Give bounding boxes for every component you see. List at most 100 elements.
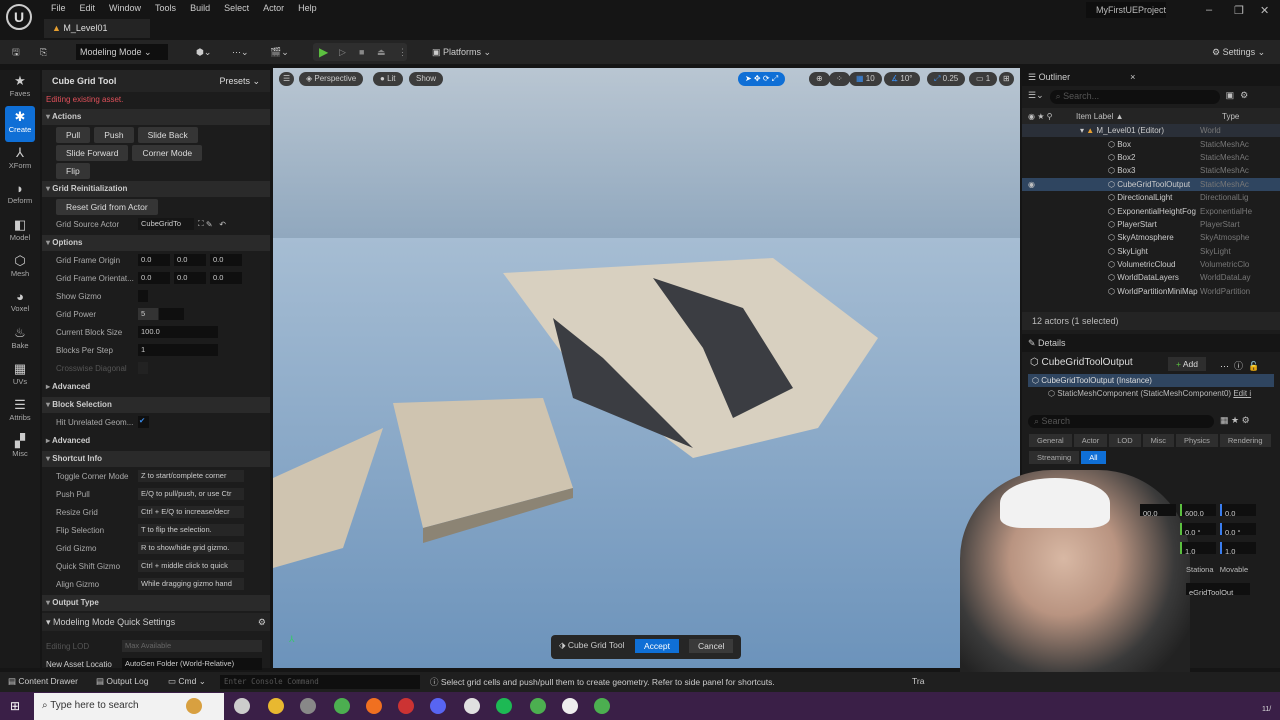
mode-misc[interactable]: ▞ Misc xyxy=(0,430,40,466)
viewport-menu-icon[interactable]: ☰ xyxy=(279,72,295,86)
reset-icon[interactable]: ↶ xyxy=(219,220,226,229)
outliner-search[interactable]: ⌕ Search... xyxy=(1049,90,1220,104)
static-mesh-dropdown[interactable]: eGridToolOut xyxy=(1186,583,1250,595)
details-tab-actor[interactable]: Actor xyxy=(1073,434,1108,447)
slide-forward-button[interactable]: Slide Forward xyxy=(56,145,129,161)
windows-start-icon[interactable]: ⊞ xyxy=(10,699,20,713)
shortcut-value[interactable]: While dragging gizmo hand xyxy=(138,578,244,590)
folder-add-icon[interactable]: ▣ xyxy=(1226,90,1235,104)
orient-y[interactable]: 0.0 xyxy=(174,272,206,284)
origin-z[interactable]: 0.0 xyxy=(210,254,242,266)
discord-icon[interactable] xyxy=(430,698,446,714)
grid-power-slider[interactable]: 5 xyxy=(138,308,184,320)
section-actions[interactable]: Actions xyxy=(42,109,270,125)
details-tab-general[interactable]: General xyxy=(1029,434,1072,447)
file-explorer-icon[interactable] xyxy=(268,698,284,714)
orient-x[interactable]: 0.0 xyxy=(138,272,170,284)
menu-window[interactable]: Window xyxy=(102,0,148,18)
menu-tools[interactable]: Tools xyxy=(148,0,183,18)
more-icon[interactable]: ⋮ xyxy=(394,44,411,60)
loc-z[interactable]: 0.0 xyxy=(1220,504,1256,516)
loc-y[interactable]: 600.0 xyxy=(1180,504,1216,516)
chrome-icon[interactable] xyxy=(334,698,350,714)
scale-snap-button[interactable]: ⤢ 0.25 xyxy=(927,72,966,86)
camera-speed-button[interactable]: ▭ 1 xyxy=(969,72,998,86)
menu-file[interactable]: File xyxy=(44,0,73,18)
flip-button[interactable]: Flip xyxy=(56,163,90,179)
console-input[interactable]: Enter Console Command xyxy=(220,675,420,689)
app-icon[interactable] xyxy=(398,698,414,714)
unreal-icon[interactable] xyxy=(562,698,578,714)
step-icon[interactable]: ▷ xyxy=(335,44,350,60)
rot-y[interactable]: 0.0 ° xyxy=(1180,523,1216,535)
perspective-button[interactable]: ◈ Perspective xyxy=(299,72,364,86)
details-tab[interactable]: ✎ Details xyxy=(1022,334,1280,352)
level-tab[interactable]: ▲ M_Level01 xyxy=(44,19,150,38)
mode-attribs[interactable]: ☰ Attribs xyxy=(0,394,40,430)
outliner-row[interactable]: ◉ ⬡ CubeGridToolOutput StaticMeshAc xyxy=(1022,177,1280,191)
details-tab-rendering[interactable]: Rendering xyxy=(1219,434,1271,447)
outliner-row[interactable]: ⬡ PlayerStart PlayerStart xyxy=(1022,218,1280,231)
crosswise-checkbox[interactable] xyxy=(138,362,148,374)
world-local-icon[interactable]: ⊕ xyxy=(809,72,830,86)
mode-faves[interactable]: ★ Faves xyxy=(0,70,40,106)
editing-lod-dropdown[interactable]: Max Available xyxy=(122,640,262,652)
shortcut-value[interactable]: T to flip the selection. xyxy=(138,524,244,536)
mode-model[interactable]: ◧ Model xyxy=(0,214,40,250)
instance-row[interactable]: ⬡ CubeGridToolOutput (Instance) xyxy=(1028,374,1274,387)
reset-grid-button[interactable]: Reset Grid from Actor xyxy=(56,199,158,215)
maps-icon[interactable] xyxy=(186,698,202,714)
outliner-row[interactable]: ⬡ Box StaticMeshAc xyxy=(1022,137,1280,150)
shortcut-value[interactable]: Ctrl + E/Q to increase/decr xyxy=(138,506,244,518)
trace-button[interactable]: Tra xyxy=(912,676,924,686)
orient-z[interactable]: 0.0 xyxy=(210,272,242,284)
details-tab-misc[interactable]: Misc xyxy=(1142,434,1175,447)
block-advanced[interactable]: Advanced xyxy=(42,433,270,449)
firefox-icon[interactable] xyxy=(366,698,382,714)
outliner-row[interactable]: ⬡ DirectionalLight DirectionalLig xyxy=(1022,191,1280,204)
section-block-selection[interactable]: Block Selection xyxy=(42,397,270,413)
outliner-row[interactable]: ⬡ ExponentialHeightFog ExponentialHe xyxy=(1022,204,1280,217)
quick-settings-header[interactable]: ▾ Modeling Mode Quick Settings ⚙ xyxy=(42,613,270,631)
obs-icon[interactable] xyxy=(300,698,316,714)
outliner-row[interactable]: ⬡ WorldDataLayers WorldDataLay xyxy=(1022,271,1280,284)
mobility-movable[interactable]: Movable xyxy=(1220,565,1248,574)
pull-button[interactable]: Pull xyxy=(56,127,91,143)
slide-back-button[interactable]: Slide Back xyxy=(137,127,198,143)
stop-icon[interactable]: ■ xyxy=(355,44,368,60)
mode-dropdown[interactable]: Modeling Mode ⌄ xyxy=(76,44,168,60)
origin-x[interactable]: 0.0 xyxy=(138,254,170,266)
outliner-settings-icon[interactable]: ⚙ xyxy=(1240,90,1248,104)
add-actor-icon[interactable]: ⬢⌄ xyxy=(192,44,215,60)
minimize-icon[interactable]: – xyxy=(1206,4,1212,16)
blocks-per-step-field[interactable]: 1 xyxy=(138,344,218,356)
outliner-tab[interactable]: ☰ Outliner × xyxy=(1022,68,1280,86)
menu-select[interactable]: Select xyxy=(217,0,256,18)
close-icon[interactable]: ✕ xyxy=(1260,4,1269,17)
menu-actor[interactable]: Actor xyxy=(256,0,291,18)
section-shortcut-info[interactable]: Shortcut Info xyxy=(42,451,270,467)
details-tab-all[interactable]: All xyxy=(1081,451,1106,464)
chrome-icon[interactable] xyxy=(530,698,546,714)
corner-mode-button[interactable]: Corner Mode xyxy=(132,145,203,161)
lit-button[interactable]: ● Lit xyxy=(373,72,403,86)
outliner-row[interactable]: ⬡ SkyAtmosphere SkyAtmosphe xyxy=(1022,231,1280,244)
cmd-dropdown[interactable]: ▭ Cmd ⌄ xyxy=(168,676,206,687)
slack-icon[interactable] xyxy=(464,698,480,714)
origin-y[interactable]: 0.0 xyxy=(174,254,206,266)
details-tab-lod[interactable]: LOD xyxy=(1109,434,1141,447)
mode-deform[interactable]: ◗ Deform xyxy=(0,178,40,214)
task-view-icon[interactable] xyxy=(234,698,250,714)
show-button[interactable]: Show xyxy=(409,72,444,86)
accept-button[interactable]: Accept xyxy=(635,639,679,653)
loc-x[interactable]: 00.0 xyxy=(1140,504,1176,516)
hit-unrelated-checkbox[interactable]: ✔ xyxy=(138,416,149,428)
save-icon[interactable]: 🖫 xyxy=(8,44,24,60)
mode-create[interactable]: ✱ Create xyxy=(5,106,35,142)
grid-view-icon[interactable]: ▦ ★ ⚙ xyxy=(1220,415,1250,428)
output-log-button[interactable]: ▤ Output Log xyxy=(96,676,148,687)
shortcut-value[interactable]: R to show/hide grid gizmo. xyxy=(138,542,244,554)
spotify-icon[interactable] xyxy=(496,698,512,714)
picker-icon[interactable]: ✎ xyxy=(206,220,213,229)
shortcut-value[interactable]: Z to start/complete corner xyxy=(138,470,244,482)
